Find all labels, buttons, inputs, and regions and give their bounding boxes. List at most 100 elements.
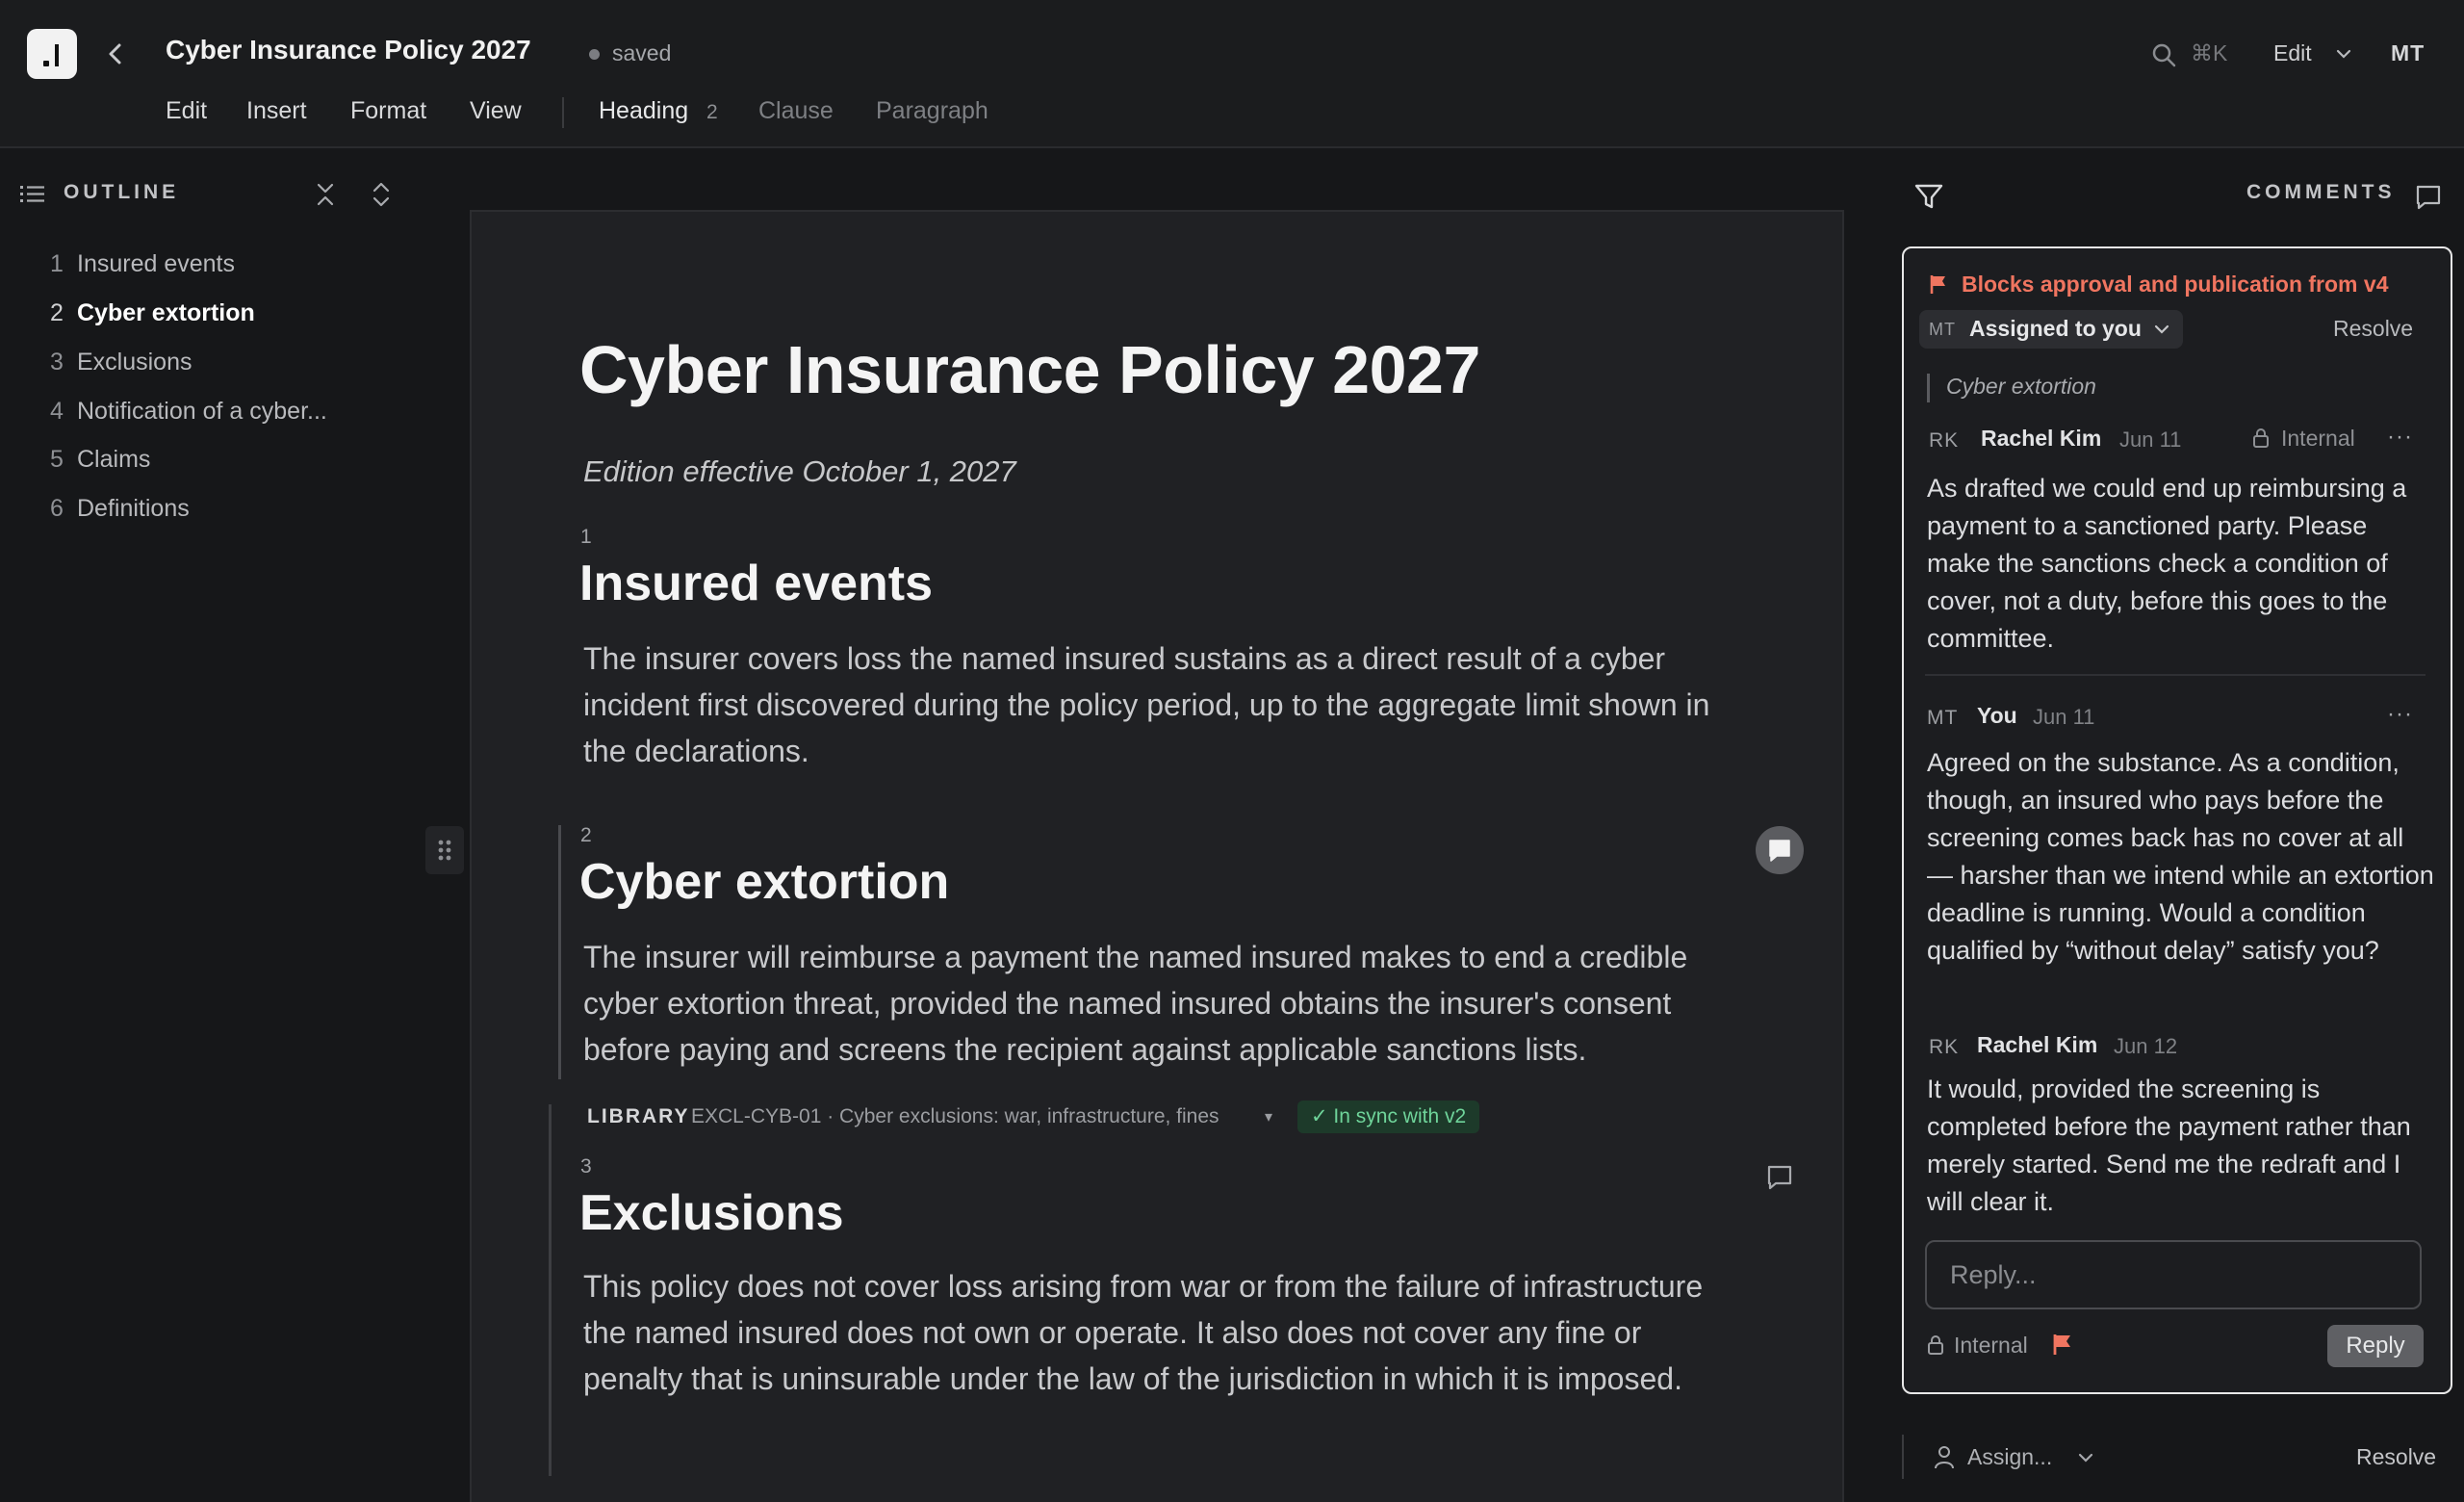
resolve-button[interactable]: Resolve	[2333, 316, 2413, 342]
section-title[interactable]: Cyber extortion	[579, 853, 949, 911]
comment-body: It would, provided the screening is comp…	[1927, 1075, 2411, 1216]
save-status: saved	[612, 40, 672, 65]
selected-block-indicator	[558, 825, 561, 1079]
chevron-down-icon[interactable]: ▾	[1265, 1107, 1272, 1126]
resolve-button[interactable]: Resolve	[2356, 1444, 2436, 1470]
outline-item-cyber-extortion[interactable]: 2 Cyber extortion	[50, 299, 255, 327]
person-icon	[1935, 1446, 1954, 1469]
sync-status-badge: ✓ In sync with v2	[1297, 1101, 1480, 1133]
menu-edit[interactable]: Edit	[166, 97, 207, 125]
more-icon[interactable]: ···	[2387, 701, 2413, 728]
assignee-avatar: MT	[1929, 320, 1956, 339]
section-body[interactable]: The insurer will reimburse a payment the…	[583, 934, 1738, 1073]
comment-avatar: RK	[1929, 1036, 1960, 1058]
comment-author: Rachel Kim	[1977, 1032, 2098, 1057]
comments-panel-icon[interactable]	[2414, 183, 2443, 212]
outline-item-number: 4	[50, 398, 64, 425]
menu-format[interactable]: Format	[350, 97, 426, 125]
menu-divider	[562, 97, 564, 128]
block-type-paragraph[interactable]: Paragraph	[876, 97, 988, 125]
more-icon[interactable]: ···	[2387, 424, 2413, 451]
anchored-quote[interactable]: Cyber extortion	[1946, 374, 2096, 400]
section-number: 2	[580, 824, 592, 846]
section-number: 1	[580, 526, 592, 548]
quote-bar	[1927, 374, 1930, 402]
blocking-flag-text: Blocks approval and publication from v4	[1962, 272, 2389, 297]
outline-item-exclusions[interactable]: 3 Exclusions	[50, 349, 192, 376]
outline-item-label: Cyber extortion	[77, 299, 255, 326]
filter-icon[interactable]	[1913, 181, 1944, 212]
outline-item-definitions[interactable]: 6 Definitions	[50, 495, 190, 523]
comment-date: Jun 12	[2114, 1034, 2178, 1058]
document-title[interactable]: Cyber Insurance Policy 2027	[166, 35, 531, 65]
outline-item-claims[interactable]: 5 Claims	[50, 446, 150, 474]
outline-item-label: Definitions	[77, 495, 190, 522]
back-icon[interactable]	[100, 39, 131, 69]
outline-item-label: Insured events	[77, 250, 235, 277]
outline-item-number: 2	[50, 299, 64, 326]
section-title[interactable]: Insured events	[579, 555, 933, 612]
comment-icon[interactable]	[1765, 1163, 1794, 1192]
visibility-label: Internal	[2281, 426, 2355, 451]
assign-dropdown[interactable]: Assign...	[1967, 1444, 2052, 1470]
expand-all-icon[interactable]	[370, 181, 393, 208]
comment-icon[interactable]	[1756, 826, 1804, 874]
chevron-down-icon[interactable]	[2077, 1449, 2094, 1466]
reply-input[interactable]	[1925, 1240, 2422, 1309]
outline-item-number: 6	[50, 495, 64, 522]
menu-view[interactable]: View	[470, 97, 522, 125]
outline-item-label: Exclusions	[77, 349, 192, 376]
outline-list-icon	[20, 186, 44, 202]
comment-thread-border	[1902, 1435, 1904, 1479]
heading-level[interactable]: 2	[706, 101, 718, 124]
comment-author: You	[1977, 703, 2017, 728]
lock-icon	[2253, 428, 2269, 448]
section-number: 3	[580, 1155, 592, 1178]
chevron-down-icon[interactable]	[2152, 320, 2171, 339]
outline-item-notification[interactable]: 4 Notification of a cyber...	[50, 398, 327, 426]
comment-date: Jun 11	[2119, 427, 2182, 452]
library-block-indicator	[549, 1104, 552, 1476]
outline-item-number: 1	[50, 250, 64, 277]
search-icon[interactable]	[2150, 41, 2177, 68]
save-status-dot	[589, 49, 600, 60]
section-body[interactable]: The insurer covers loss the named insure…	[583, 635, 1738, 774]
flag-icon[interactable]	[2052, 1333, 2073, 1356]
outline-item-number: 3	[50, 349, 64, 376]
assignee-label[interactable]: Assigned to you	[1969, 316, 2142, 342]
reply-visibility-toggle[interactable]: Internal	[1954, 1333, 2028, 1359]
block-type-clause[interactable]: Clause	[758, 97, 834, 125]
section-body[interactable]: This policy does not cover loss arising …	[583, 1263, 1738, 1402]
document-edition[interactable]: Edition effective October 1, 2027	[583, 454, 1016, 489]
block-type-heading[interactable]: Heading	[599, 97, 688, 125]
reply-button[interactable]: Reply	[2327, 1325, 2424, 1367]
search-shortcut: ⌘K	[2191, 40, 2228, 65]
mode-dropdown[interactable]: Edit	[2273, 40, 2312, 66]
outline-item-number: 5	[50, 446, 64, 473]
outline-item-label: Claims	[77, 446, 151, 473]
outline-heading: OUTLINE	[64, 181, 180, 203]
section-title[interactable]: Exclusions	[579, 1184, 844, 1242]
outline-item-label: Notification of a cyber...	[77, 398, 327, 425]
lock-icon[interactable]	[1927, 1334, 1944, 1356]
comment-body: Agreed on the substance. As a condition,…	[1927, 748, 2434, 965]
app-logo-icon[interactable]	[27, 29, 77, 79]
collapse-all-icon[interactable]	[314, 181, 337, 208]
comment-body: As drafted we could end up reimbursing a…	[1927, 474, 2407, 653]
library-label: LIBRARY	[587, 1105, 690, 1127]
drag-handle-icon[interactable]	[425, 826, 464, 874]
comment-date: Jun 11	[2033, 705, 2095, 729]
comment-avatar: MT	[1927, 707, 1959, 729]
comment-avatar: RK	[1929, 429, 1960, 452]
menu-insert[interactable]: Insert	[246, 97, 307, 125]
flag-icon	[1930, 275, 1945, 294]
top-bar	[0, 0, 2464, 148]
user-avatar[interactable]: MT	[2391, 40, 2425, 66]
comment-divider	[1925, 674, 2426, 676]
chevron-down-icon[interactable]	[2335, 45, 2352, 63]
document-heading[interactable]: Cyber Insurance Policy 2027	[579, 331, 1480, 408]
comment-author: Rachel Kim	[1981, 426, 2102, 451]
library-reference[interactable]: EXCL-CYB-01 · Cyber exclusions: war, inf…	[691, 1105, 1219, 1128]
comments-heading: COMMENTS	[2246, 181, 2396, 203]
outline-item-insured-events[interactable]: 1 Insured events	[50, 250, 235, 278]
